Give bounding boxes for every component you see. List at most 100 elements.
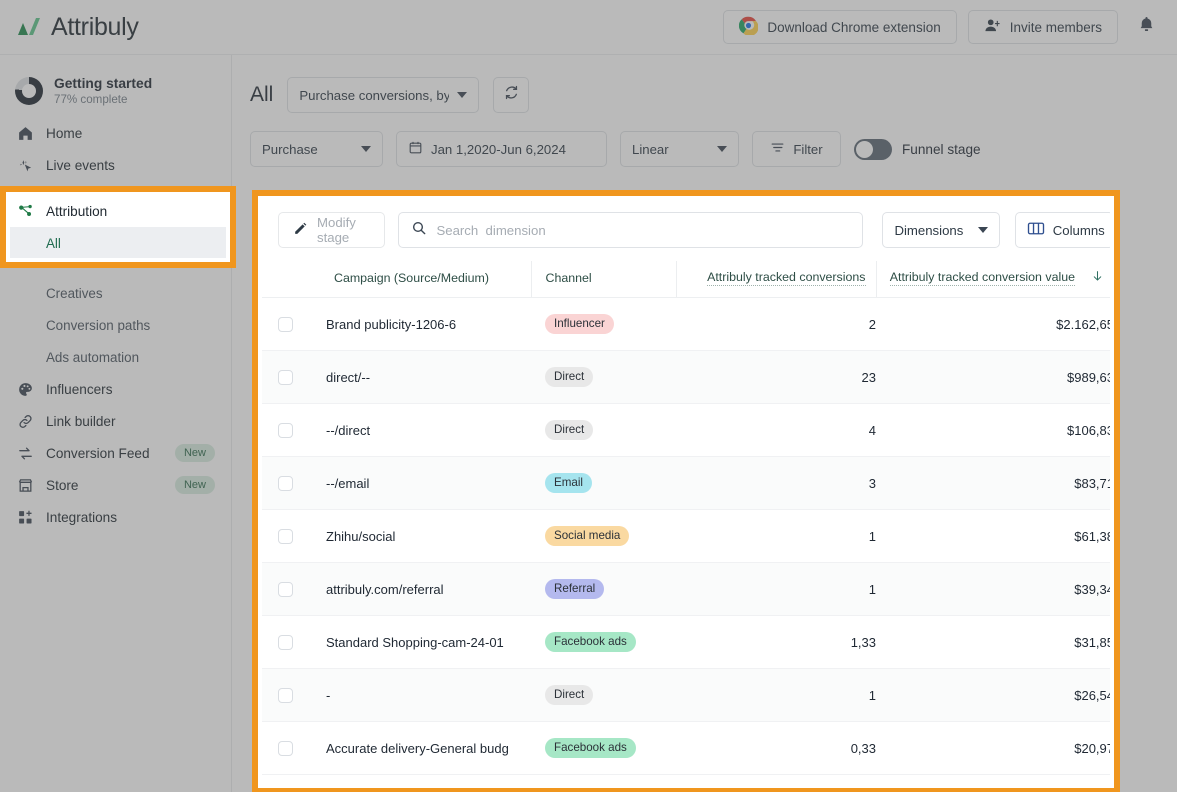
cell-conversion-value[interactable]: $989,63 xyxy=(876,351,1114,404)
funnel-stage-label: Funnel stage xyxy=(902,142,981,157)
event-select[interactable]: Purchase xyxy=(250,131,383,167)
getting-started-card[interactable]: Getting started 77% complete xyxy=(0,71,231,117)
row-checkbox[interactable] xyxy=(278,582,293,597)
refresh-button[interactable] xyxy=(493,77,529,113)
cell-conversion-value[interactable]: $2.162,65 xyxy=(876,298,1114,351)
cell-conversions[interactable]: 3 xyxy=(676,457,876,510)
getting-started-subtitle: 77% complete xyxy=(54,92,152,107)
sidebar-badge-store: New xyxy=(175,476,215,494)
sidebar-item-ads-automation[interactable]: Ads automation xyxy=(0,341,231,373)
notifications-button[interactable] xyxy=(1129,10,1163,44)
pencil-icon xyxy=(293,221,308,239)
sidebar-item-creatives-label: Creatives xyxy=(46,286,103,301)
column-header-campaign-label: Campaign (Source/Medium) xyxy=(334,271,489,285)
brand-name: Attribuly xyxy=(51,13,139,42)
cell-conversions[interactable]: 1 xyxy=(676,563,876,616)
sidebar-badge-conversion-feed: New xyxy=(175,444,215,462)
toolbar-row-secondary: Purchase Jan 1,2020-Jun 6,2024 Linear xyxy=(232,113,1177,167)
sidebar-item-influencers-label: Influencers xyxy=(46,382,113,397)
cell-conversions[interactable]: 1,33 xyxy=(676,616,876,669)
cell-campaign: direct/-- xyxy=(326,351,531,404)
cell-conversions[interactable]: 0,33 xyxy=(676,722,876,775)
sidebar-item-all[interactable]: All xyxy=(8,227,232,259)
chevron-down-icon xyxy=(457,92,467,98)
row-checkbox[interactable] xyxy=(278,423,293,438)
sidebar: Getting started 77% complete Home Live e… xyxy=(0,55,232,792)
funnel-stage-toggle[interactable] xyxy=(854,139,892,160)
row-checkbox[interactable] xyxy=(278,741,293,756)
table-row[interactable]: Accurate delivery-General budgFacebook a… xyxy=(258,722,1114,775)
column-header-conversions[interactable]: Attribuly tracked conversions xyxy=(676,261,876,298)
date-range-picker[interactable]: Jan 1,2020-Jun 6,2024 xyxy=(396,131,607,167)
sidebar-item-live-events[interactable]: Live events xyxy=(0,149,231,181)
column-header-campaign[interactable]: Campaign (Source/Medium) xyxy=(326,261,531,298)
search-input[interactable] xyxy=(436,223,850,238)
attribuly-logo-icon xyxy=(16,14,42,40)
invite-members-button[interactable]: Invite members xyxy=(968,10,1118,44)
palette-icon xyxy=(16,380,34,398)
attribution-table: Campaign (Source/Medium) Channel Attribu… xyxy=(258,261,1114,775)
column-header-conversion-value[interactable]: Attribuly tracked conversion value xyxy=(876,261,1114,298)
cell-conversion-value[interactable]: $61,38 xyxy=(876,510,1114,563)
funnel-stage-control: Funnel stage xyxy=(854,139,981,160)
sidebar-item-attribution[interactable]: Attribution xyxy=(8,195,232,227)
cell-campaign: - xyxy=(326,669,531,722)
sidebar-item-conversion-paths[interactable]: Conversion paths xyxy=(0,309,231,341)
row-checkbox[interactable] xyxy=(278,688,293,703)
dimensions-select[interactable]: Dimensions xyxy=(882,212,999,248)
cell-conversion-value[interactable]: $26,54 xyxy=(876,669,1114,722)
sidebar-item-integrations[interactable]: Integrations xyxy=(0,501,231,533)
table-row[interactable]: Zhihu/socialSocial media1$61,38 xyxy=(258,510,1114,563)
integrations-icon xyxy=(16,508,34,526)
row-checkbox[interactable] xyxy=(278,370,293,385)
getting-started-title: Getting started xyxy=(54,75,152,92)
arrow-down-icon[interactable] xyxy=(1091,269,1104,286)
cell-conversions[interactable]: 1 xyxy=(676,510,876,563)
attribution-model-value: Linear xyxy=(632,142,709,157)
table-row[interactable]: Brand publicity-1206-6Influencer2$2.162,… xyxy=(258,298,1114,351)
table-row[interactable]: direct/--Direct23$989,63 xyxy=(258,351,1114,404)
sidebar-item-home[interactable]: Home xyxy=(0,117,231,149)
table-row[interactable]: Standard Shopping-cam-24-01Facebook ads1… xyxy=(258,616,1114,669)
cell-conversion-value[interactable]: $83,71 xyxy=(876,457,1114,510)
table-row[interactable]: -Direct1$26,54 xyxy=(258,669,1114,722)
brand-logo[interactable]: Attribuly xyxy=(0,13,139,42)
cell-conversion-value[interactable]: $31,85 xyxy=(876,616,1114,669)
row-checkbox[interactable] xyxy=(278,635,293,650)
table-row[interactable]: --/emailEmail3$83,71 xyxy=(258,457,1114,510)
row-checkbox[interactable] xyxy=(278,476,293,491)
sidebar-item-link-builder[interactable]: Link builder xyxy=(0,405,231,437)
cell-channel: Referral xyxy=(531,563,676,616)
cell-conversion-value[interactable]: $20,97 xyxy=(876,722,1114,775)
download-chrome-extension-button[interactable]: Download Chrome extension xyxy=(723,10,956,44)
table-row[interactable]: --/directDirect4$106,83 xyxy=(258,404,1114,457)
chevron-down-icon xyxy=(978,227,988,233)
sidebar-item-creatives[interactable]: Creatives xyxy=(0,277,231,309)
cell-conversion-value[interactable]: $39,34 xyxy=(876,563,1114,616)
metric-select[interactable]: Purchase conversions, by xyxy=(287,77,479,113)
cell-conversion-value[interactable]: $106,83 xyxy=(876,404,1114,457)
chrome-icon xyxy=(739,16,758,38)
filter-button[interactable]: Filter xyxy=(752,131,841,167)
columns-button[interactable]: Columns xyxy=(1015,212,1114,248)
cell-conversions[interactable]: 4 xyxy=(676,404,876,457)
row-checkbox[interactable] xyxy=(278,529,293,544)
table-row[interactable]: attribuly.com/referralReferral1$39,34 xyxy=(258,563,1114,616)
sidebar-item-store[interactable]: Store New xyxy=(0,469,231,501)
cell-conversions[interactable]: 23 xyxy=(676,351,876,404)
search-dimension-field[interactable] xyxy=(398,212,863,248)
cell-conversions[interactable]: 2 xyxy=(676,298,876,351)
row-select-cell xyxy=(258,722,326,775)
row-select-cell xyxy=(258,616,326,669)
row-checkbox[interactable] xyxy=(278,317,293,332)
toolbar-row-primary: All Purchase conversions, by xyxy=(232,55,1177,113)
sidebar-item-influencers[interactable]: Influencers xyxy=(0,373,231,405)
cell-conversions[interactable]: 1 xyxy=(676,669,876,722)
search-icon xyxy=(411,220,427,241)
modify-stage-button[interactable]: Modify stage xyxy=(278,212,385,248)
column-header-channel[interactable]: Channel xyxy=(531,261,676,298)
header-actions: Download Chrome extension Invite members xyxy=(723,10,1177,44)
filter-icon xyxy=(770,140,785,158)
sidebar-item-conversion-feed[interactable]: Conversion Feed New xyxy=(0,437,231,469)
attribution-model-select[interactable]: Linear xyxy=(620,131,739,167)
